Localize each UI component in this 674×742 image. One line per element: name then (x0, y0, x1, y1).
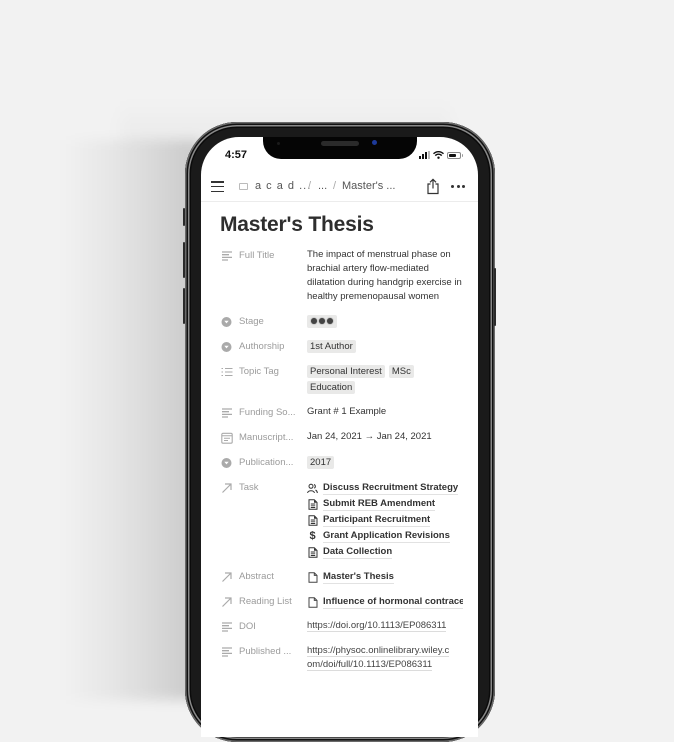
topic-tag[interactable]: MSc (388, 365, 414, 378)
task-item[interactable]: Data Collection (307, 544, 467, 560)
property-label: Reading List (239, 596, 292, 607)
task-item[interactable]: Submit REB Amendment (307, 496, 467, 512)
status-time: 4:57 (225, 149, 248, 161)
stage-tag[interactable] (307, 315, 337, 328)
doi-url[interactable]: https://doi.org/10.1113/EP086311 (307, 619, 467, 633)
property-value[interactable]: The impact of menstrual phase on brachia… (307, 248, 467, 304)
page-icon (308, 571, 317, 583)
property-label: Task (239, 482, 259, 493)
mute-switch (183, 208, 185, 226)
select-icon (221, 342, 232, 352)
property-value: Discuss Recruitment Strategy Submit REB … (307, 480, 467, 560)
text-icon (222, 251, 232, 261)
text-icon (222, 647, 232, 657)
document-icon (308, 514, 317, 526)
property-value: Personal Interest MSc Education (307, 365, 437, 397)
status-icons (419, 151, 463, 159)
published-url[interactable]: https://physoc.onlinelibrary.wiley.c om/… (307, 644, 467, 672)
publication-tag[interactable]: 2017 (307, 456, 335, 469)
property-value[interactable]: Grant # 1 Example (307, 405, 467, 419)
relation-arrow-icon (222, 597, 232, 607)
calendar-icon (221, 432, 233, 444)
wifi-icon (433, 151, 444, 159)
property-value: 2017 (307, 456, 467, 472)
property-label: Manuscript... (239, 432, 294, 443)
breadcrumb-ellipsis[interactable]: ... (318, 180, 327, 192)
select-icon (221, 458, 232, 468)
topic-tag[interactable]: Personal Interest (307, 365, 385, 378)
volume-down-button (183, 288, 185, 324)
people-icon (307, 483, 318, 493)
property-value (307, 315, 467, 331)
power-button (494, 268, 496, 326)
select-icon (221, 317, 232, 327)
list-icon (221, 367, 233, 377)
property-label: Full Title (239, 250, 275, 261)
backdrop-shadow (60, 140, 200, 700)
property-label: Published ... (239, 646, 292, 657)
more-options-icon[interactable] (451, 185, 465, 188)
sensor (277, 142, 280, 145)
relation-arrow-icon (222, 572, 232, 582)
topic-tag[interactable]: Education (307, 381, 356, 394)
property-label: DOI (239, 621, 256, 632)
breadcrumb-separator: / (333, 180, 337, 192)
authorship-tag[interactable]: 1st Author (307, 340, 356, 353)
page-icon (239, 183, 248, 190)
signal-icon (419, 151, 430, 159)
reading-list-link[interactable]: Influence of hormonal contracep (307, 594, 463, 610)
property-label: Publication... (239, 457, 294, 468)
text-icon (222, 622, 232, 632)
property-value: 1st Author (307, 340, 467, 356)
property-label: Abstract (239, 571, 274, 582)
speaker (321, 141, 359, 146)
volume-up-button (183, 242, 185, 278)
share-icon[interactable] (426, 178, 440, 195)
property-value: Master's Thesis (307, 569, 467, 585)
breadcrumb-workspace[interactable]: a c a d ... (255, 180, 311, 192)
page-title: Master's Thesis (220, 213, 374, 236)
task-item[interactable]: Participant Recruitment (307, 512, 467, 528)
dollar-icon: $ (309, 530, 316, 542)
task-item[interactable]: Discuss Recruitment Strategy (307, 480, 467, 496)
property-value: Influence of hormonal contracep (307, 594, 463, 610)
battery-icon (447, 151, 463, 159)
property-label: Funding So... (239, 407, 296, 418)
document-icon (308, 546, 317, 558)
abstract-link[interactable]: Master's Thesis (307, 569, 467, 585)
breadcrumb-current-page[interactable]: Master's ... (342, 180, 395, 192)
relation-arrow-icon (222, 483, 232, 493)
top-navigation-bar: a c a d ... / ... / Master's ... (201, 175, 478, 202)
front-camera (372, 140, 377, 145)
property-label: Stage (239, 316, 264, 327)
document-icon (308, 498, 317, 510)
property-label: Topic Tag (239, 366, 279, 377)
property-label: Authorship (239, 341, 285, 352)
notch (263, 137, 417, 159)
menu-icon[interactable] (211, 181, 224, 192)
breadcrumb-separator: / (308, 180, 312, 192)
page-icon (308, 596, 317, 608)
phone-screen: 4:57 a c a d ... / ... / Master's ... Ma… (201, 137, 478, 737)
text-icon (222, 408, 232, 418)
task-item[interactable]: $ Grant Application Revisions (307, 528, 467, 544)
property-value[interactable]: Jan 24, 2021 → Jan 24, 2021 (307, 430, 467, 444)
